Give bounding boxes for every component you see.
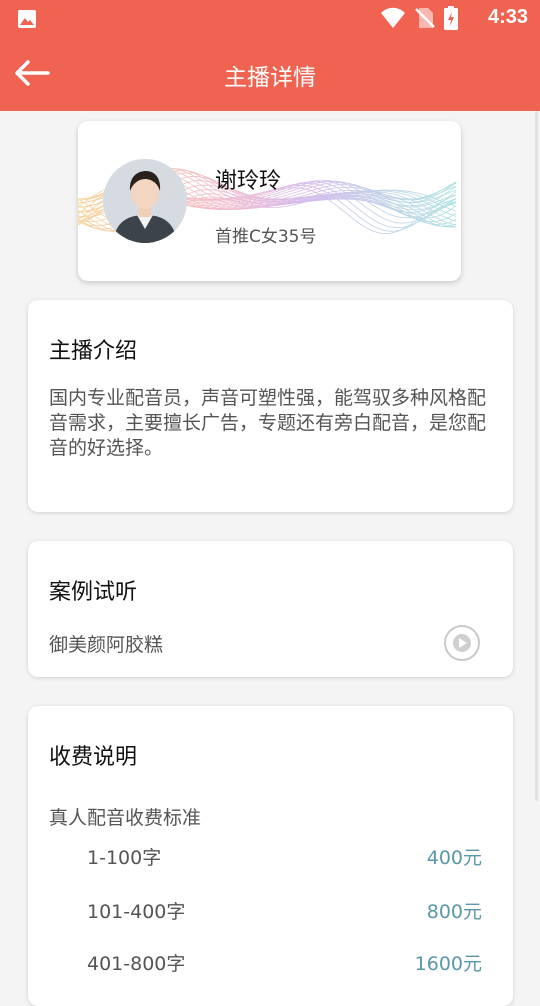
play-icon <box>453 634 471 652</box>
fee-range: 401-800字 <box>87 953 186 975</box>
play-button[interactable] <box>444 625 480 661</box>
wifi-icon <box>381 7 405 28</box>
fee-title: 收费说明 <box>49 745 138 770</box>
anchor-profile-card: 谢玲玲 首推C女35号 <box>78 121 461 281</box>
fee-row: 1-100字 400元 <box>28 843 513 883</box>
fee-price: 800元 <box>426 901 482 923</box>
fee-range: 1-100字 <box>87 847 162 869</box>
status-time: 4:33 <box>487 6 528 28</box>
fee-row: 401-800字 1600元 <box>28 949 513 989</box>
fee-price: 400元 <box>426 847 482 869</box>
scrollbar[interactable] <box>535 111 538 801</box>
fee-range: 101-400字 <box>87 901 186 923</box>
case-item-name[interactable]: 御美颜阿胶糕 <box>49 630 163 657</box>
page-title: 主播详情 <box>224 65 316 91</box>
anchor-id: 首推C女35号 <box>215 227 317 247</box>
status-bar: 4:33 <box>0 0 540 36</box>
intro-text: 国内专业配音员，声音可塑性强，能驾驭多种风格配音需求，主要擅长广告，专题还有旁白… <box>49 387 487 459</box>
case-card: 案例试听 御美颜阿胶糕 <box>28 541 513 677</box>
fee-card: 收费说明 真人配音收费标准 1-100字 400元 101-400字 800元 … <box>28 706 513 1006</box>
intro-title: 主播介绍 <box>49 339 138 364</box>
no-sim-icon <box>415 8 435 28</box>
avatar <box>103 159 187 243</box>
fee-price: 1600元 <box>414 953 482 975</box>
app-bar: 主播详情 <box>0 36 540 111</box>
gallery-icon <box>18 10 36 28</box>
intro-card: 主播介绍 国内专业配音员，声音可塑性强，能驾驭多种风格配音需求，主要擅长广告，专… <box>28 300 513 512</box>
battery-icon <box>444 6 458 30</box>
fee-subtitle: 真人配音收费标准 <box>49 807 202 829</box>
fee-row: 101-400字 800元 <box>28 897 513 937</box>
anchor-name: 谢玲玲 <box>215 169 282 194</box>
case-title: 案例试听 <box>49 580 138 605</box>
